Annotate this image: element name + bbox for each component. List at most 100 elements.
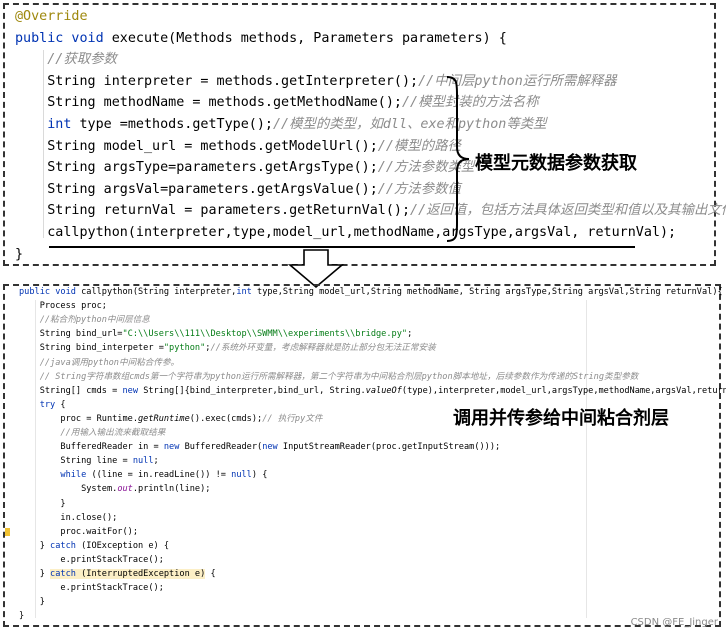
- code-token: null: [132, 456, 154, 467]
- code-line: //获取参数: [15, 51, 117, 69]
- code-token: //java调用python中间粘合传参。: [39, 357, 180, 368]
- code-token: String model_url = methods.getModelUrl()…: [15, 138, 378, 154]
- code-line: String model_url = methods.getModelUrl()…: [15, 138, 461, 156]
- code-line: while ((line = in.readLine()) != null) {: [19, 469, 267, 482]
- code-line: e.printStackTrace();: [19, 582, 164, 595]
- code-token: ;: [407, 329, 413, 340]
- code-token: getRuntime: [138, 413, 190, 424]
- code-token: String argsType=parameters.getArgsType()…: [15, 160, 378, 176]
- code-token: (IOException e) {: [81, 540, 170, 551]
- code-line: System.out.println(line);: [19, 483, 210, 496]
- code-token: //粘合剂python中间层信息: [39, 315, 150, 326]
- code-token: }: [19, 540, 51, 551]
- code-token: e.printStackTrace();: [19, 583, 164, 594]
- code-token: //系统外环变量，考虑解释器就是防止部分包无法正常安装: [210, 343, 436, 354]
- code-token: public void: [19, 287, 82, 297]
- code-line: String returnVal = parameters.getReturnV…: [15, 202, 726, 220]
- code-line: //java调用python中间粘合传参。: [19, 357, 179, 370]
- code-token: e.printStackTrace();: [19, 554, 164, 565]
- code-line: }: [19, 498, 66, 511]
- code-token: .println(line);: [132, 484, 211, 495]
- code-line: // String字符串数组cmds第一个字符串为python运行所需解释器，第…: [19, 371, 639, 384]
- code-line: e.printStackTrace();: [19, 554, 164, 567]
- code-token: }: [19, 611, 25, 622]
- code-token: String argsVal=parameters.getArgsValue()…: [15, 181, 378, 197]
- code-token: String returnVal = parameters.getReturnV…: [15, 203, 411, 219]
- code-token: BufferedReader(: [184, 442, 263, 453]
- call-underline: [49, 246, 635, 248]
- code-line: String argsType=parameters.getArgsType()…: [15, 159, 474, 177]
- code-token: String methodName = methods.getMethodNam…: [15, 95, 402, 111]
- code-token: proc.waitFor();: [19, 526, 138, 537]
- right-margin-guide: [586, 300, 588, 618]
- code-line: String interpreter = methods.getInterpre…: [15, 73, 616, 91]
- code-token: type,String model_url,String methodName,…: [257, 287, 723, 297]
- code-token: BufferedReader in =: [19, 442, 164, 453]
- code-token: execute(Methods methods, Parameters para…: [111, 30, 507, 46]
- code-line: } catch (InterruptedException e) {: [19, 568, 216, 581]
- code-token: new: [262, 442, 283, 453]
- code-token: while: [60, 470, 92, 481]
- code-token: String bind_url=: [19, 329, 123, 340]
- code-token: "C:\\Users\\111\\Desktop\\SWMM\\experime…: [122, 329, 408, 340]
- code-line: proc.waitFor();: [19, 526, 138, 539]
- code-token: new: [163, 442, 185, 453]
- code-token: {: [60, 399, 66, 410]
- code-token: @Override: [15, 9, 88, 24]
- code-line: //用输入输出流来截取结果: [19, 427, 165, 440]
- code-token: callpython(String interpreter,: [81, 287, 237, 297]
- code-line: String line = null;: [19, 455, 159, 468]
- code-line: public void callpython(String interprete…: [19, 286, 723, 299]
- code-token: ) {: [251, 470, 268, 481]
- code-token: int: [47, 117, 80, 132]
- code-token: String[] cmds =: [19, 385, 123, 396]
- code-line: Process proc;: [19, 300, 107, 313]
- down-arrow-icon: [288, 249, 344, 289]
- code-token: new: [122, 385, 144, 396]
- code-line: in.close();: [19, 512, 117, 525]
- code-token: (type),interpreter,model_url,argsType,me…: [401, 385, 726, 396]
- code-token: }: [19, 498, 66, 509]
- code-token: //模型的类型，如dll、exe和python等类型: [272, 117, 547, 132]
- code-token: ().exec(cmds);: [189, 413, 263, 424]
- code-token: }: [19, 569, 51, 579]
- code-line: @Override: [15, 8, 88, 26]
- breakpoint-marker: [5, 528, 10, 536]
- code-token: public void: [15, 30, 112, 46]
- code-line: String bind_url="C:\\Users\\111\\Desktop…: [19, 328, 413, 341]
- code-token: catch: [50, 540, 82, 551]
- code-token: //获取参数: [47, 52, 117, 68]
- code-token: int: [236, 287, 258, 297]
- code-line: //粘合剂python中间层信息: [19, 314, 150, 327]
- code-token: ;: [153, 456, 159, 467]
- code-token: in.close();: [19, 512, 118, 523]
- code-line: proc = Runtime.getRuntime().exec(cmds);/…: [19, 413, 322, 426]
- code-token: }: [15, 246, 24, 262]
- code-token: String[]{bind_interpreter,bind_url, Stri…: [143, 385, 366, 396]
- code-token: // String字符串数组cmds第一个字符串为python运行所需解释器，第…: [39, 371, 639, 382]
- bind-layer-label: 调用并传参给中间粘合剂层: [453, 408, 669, 429]
- code-line: }: [19, 596, 45, 609]
- code-line: try {: [19, 399, 66, 412]
- code-line: String bind_interpeter ="python";//系统外环变…: [19, 342, 436, 355]
- code-line: }: [19, 610, 24, 623]
- bottom-code-panel: public void callpython(String interprete…: [3, 284, 726, 627]
- code-token: valueOf: [365, 385, 402, 396]
- code-token: proc = Runtime.: [19, 413, 138, 424]
- code-token: (InterruptedException e): [81, 569, 206, 579]
- code-token: String line =: [19, 456, 133, 467]
- code-line: public void execute(Methods methods, Par…: [15, 30, 507, 48]
- code-token: callpython(interpreter,type,model_url,me…: [15, 225, 677, 240]
- code-token: String bind_interpeter =: [19, 343, 164, 354]
- code-line: String[] cmds = new String[]{bind_interp…: [19, 385, 726, 398]
- code-token: {: [205, 569, 216, 579]
- code-token: out: [117, 484, 133, 495]
- metadata-label: 模型元数据参数获取: [475, 153, 637, 174]
